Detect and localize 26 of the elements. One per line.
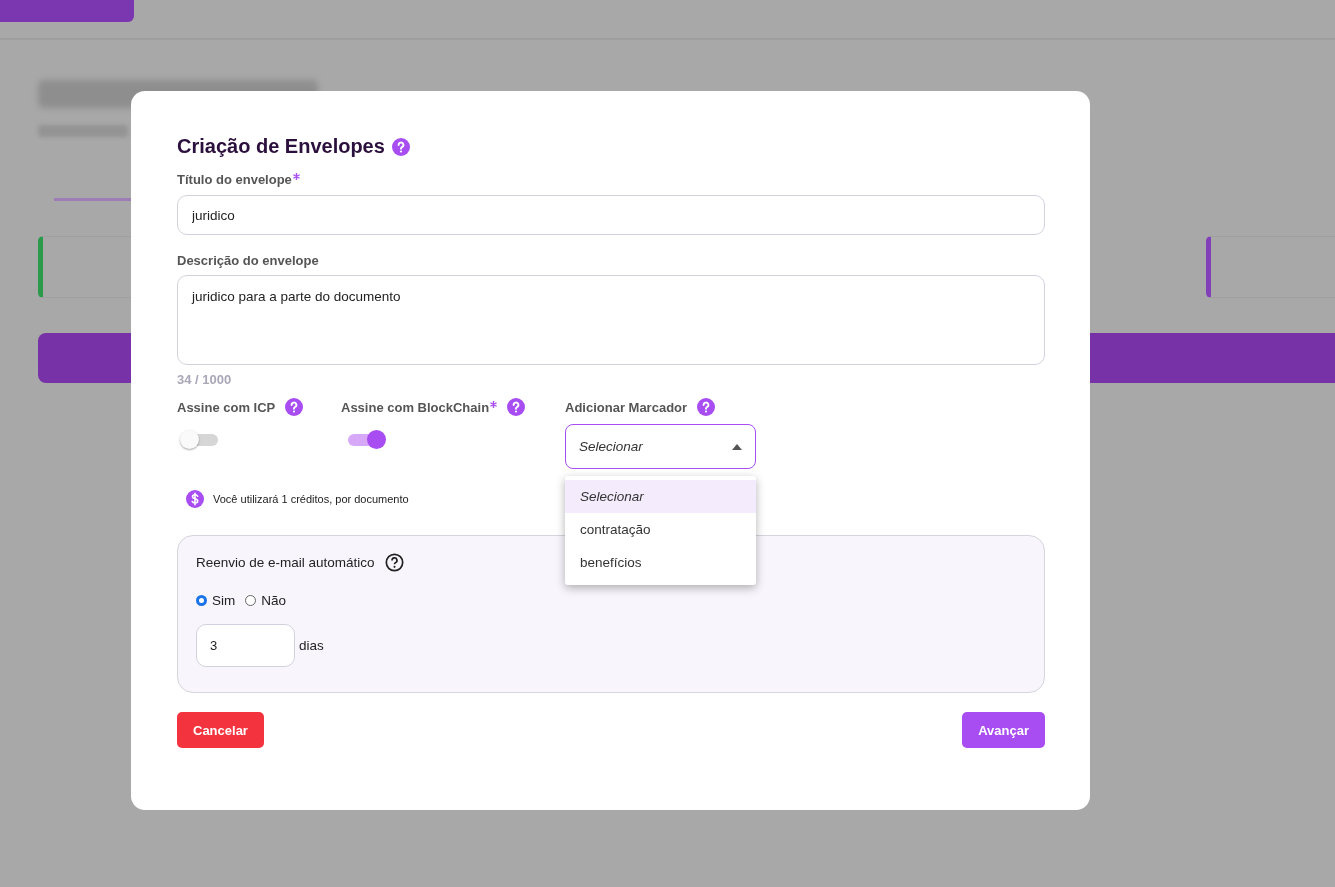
title-input[interactable]: juridico bbox=[177, 195, 1045, 235]
dollar-icon bbox=[186, 490, 204, 508]
dropdown-option[interactable]: Selecionar bbox=[565, 480, 756, 513]
credits-note: Você utilizará 1 créditos, por documento bbox=[213, 493, 409, 505]
description-textarea[interactable]: juridico para a parte do documento bbox=[177, 275, 1045, 365]
marker-label: Adicionar Marcador bbox=[565, 399, 688, 415]
radio-button[interactable] bbox=[196, 595, 207, 606]
field-label: Descrição do envelope bbox=[177, 253, 320, 268]
caret-icon bbox=[732, 443, 742, 450]
character-counter: 34 / 1000 bbox=[177, 372, 233, 387]
field-label: Título do envelope bbox=[177, 172, 292, 187]
radio-button[interactable] bbox=[245, 595, 257, 606]
radio-label: Não bbox=[261, 593, 286, 608]
days-input[interactable]: 3 bbox=[196, 624, 295, 667]
resend-label: Reenvio de e-mail automático bbox=[196, 555, 375, 570]
radio-label: Sim bbox=[212, 593, 236, 608]
toggle-label: Assine com BlockChain bbox=[341, 399, 490, 415]
modal-title: Criação de Envelopes bbox=[177, 135, 385, 158]
marker-select[interactable]: Selecionar bbox=[565, 424, 756, 469]
days-unit: dias bbox=[299, 638, 324, 653]
cancel-button[interactable]: Cancelar bbox=[177, 712, 264, 748]
toggle-label: Assine com ICP bbox=[177, 399, 276, 415]
dropdown-option[interactable]: contratação bbox=[565, 513, 756, 546]
next-button[interactable]: Avançar bbox=[962, 712, 1045, 748]
dropdown-option[interactable]: benefícios bbox=[565, 546, 756, 579]
help-icon[interactable] bbox=[384, 553, 404, 572]
